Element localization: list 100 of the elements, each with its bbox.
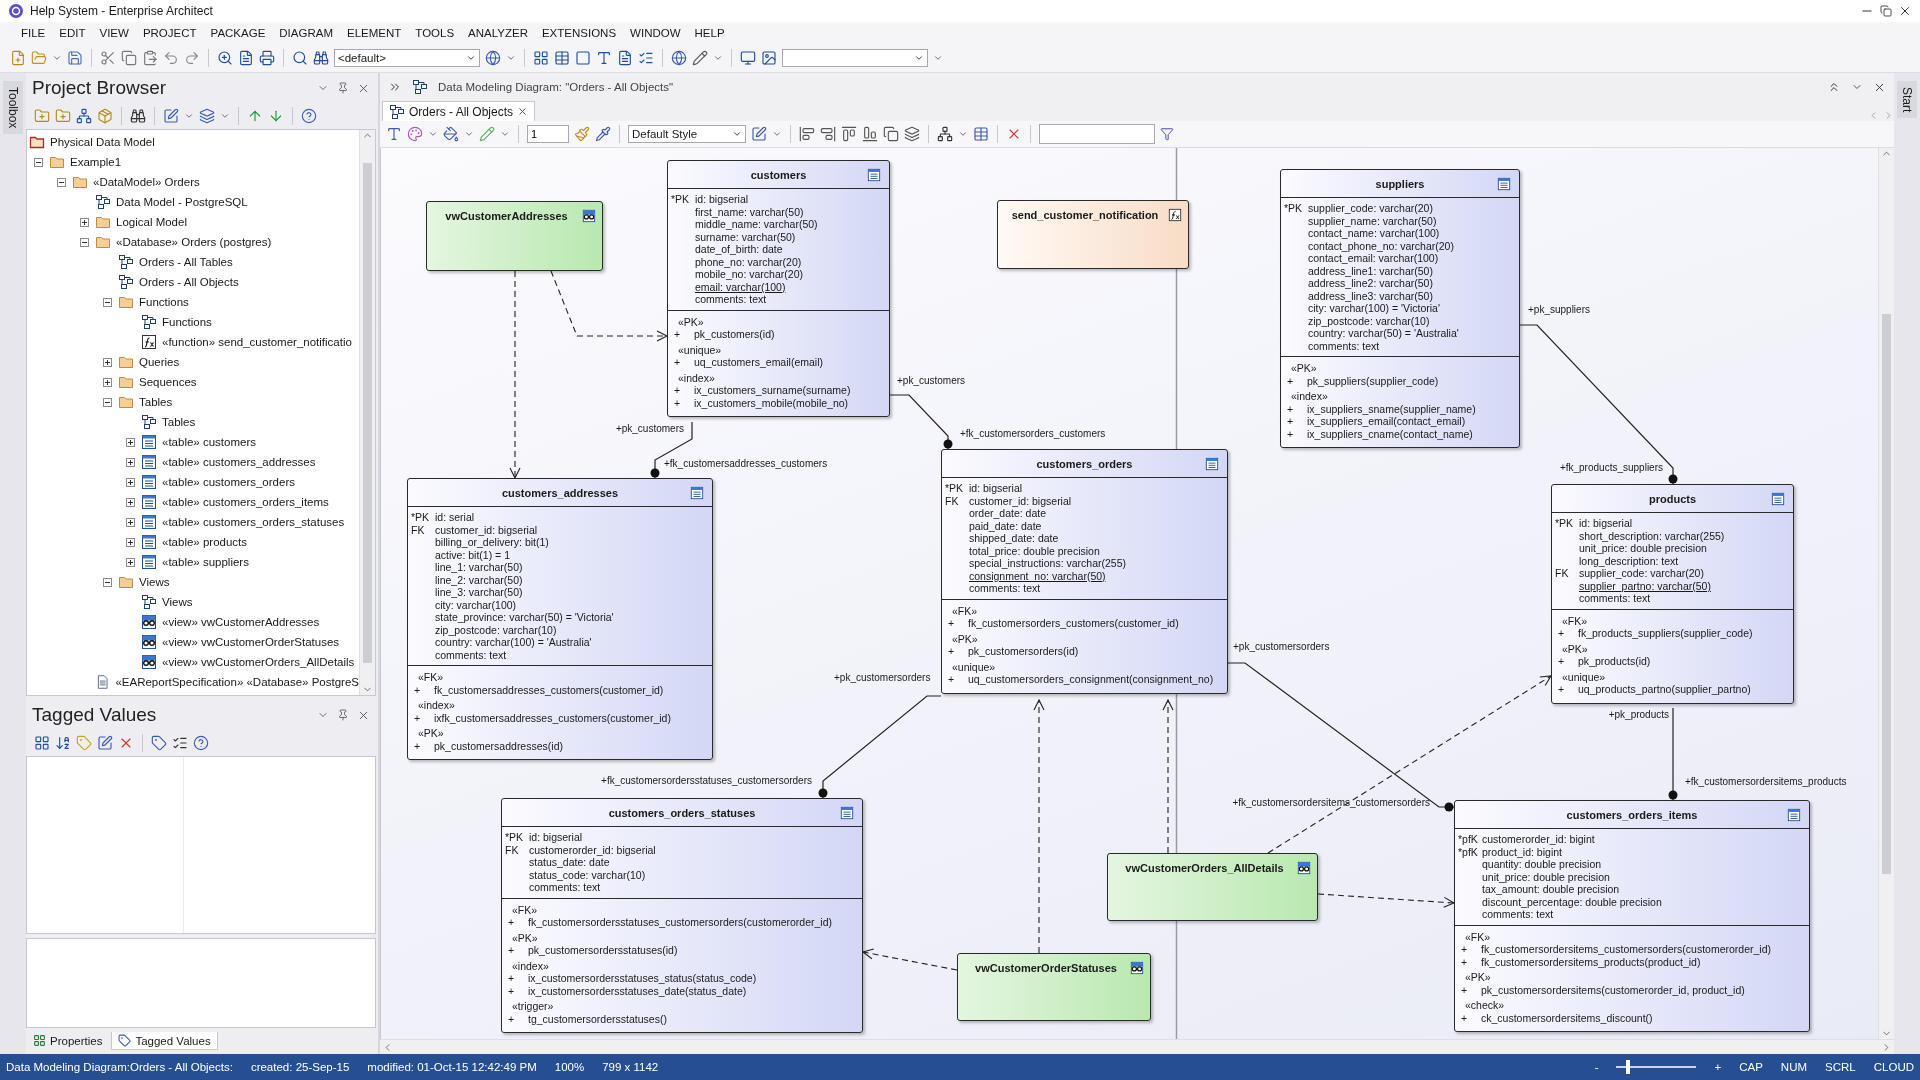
new-folder-icon[interactable] (34, 108, 50, 124)
side-tab[interactable]: Start (1897, 81, 1917, 119)
style-dropdown[interactable]: Default Style (628, 125, 746, 143)
menu-item[interactable]: WINDOW (623, 27, 688, 39)
table-card[interactable] (1280, 169, 1520, 448)
caret-icon[interactable] (958, 129, 968, 139)
tree-toggle[interactable] (102, 377, 112, 387)
function-card[interactable]: send_customer_notification (997, 200, 1189, 269)
tree-item[interactable]: Views (139, 576, 170, 588)
image-icon[interactable] (761, 50, 777, 66)
brush-icon[interactable] (574, 126, 590, 142)
tree-item[interactable]: «function» send_customer_notificatio (162, 336, 352, 348)
tree-toggle[interactable] (125, 517, 135, 527)
line-width-field[interactable]: 1 (527, 125, 569, 143)
dependency-arrow[interactable] (861, 948, 958, 971)
align-top-icon[interactable] (841, 126, 857, 142)
search-icon[interactable] (292, 50, 308, 66)
relationship-line[interactable] (1519, 324, 1678, 485)
filter-icon[interactable] (1160, 127, 1174, 141)
tree-item[interactable]: «table» suppliers (162, 556, 249, 568)
tree-item[interactable]: «EAReportSpecification» «Database» PostgreS (115, 676, 359, 688)
tree-toggle[interactable] (125, 497, 135, 507)
tree-toggle[interactable] (79, 237, 89, 247)
font-icon[interactable] (386, 126, 402, 142)
same-size-icon[interactable] (883, 126, 899, 142)
copy-icon[interactable] (121, 50, 137, 66)
save-icon[interactable] (67, 50, 83, 66)
caret-icon[interactable] (772, 129, 782, 139)
collapse-icon[interactable] (1827, 80, 1841, 94)
new-file-icon[interactable] (10, 50, 26, 66)
panel-tab[interactable]: Tagged Values (111, 1032, 218, 1050)
pin-icon[interactable] (337, 82, 349, 94)
binoculars-icon[interactable] (313, 50, 329, 66)
cut-icon[interactable] (100, 50, 116, 66)
menu-item[interactable]: FILE (14, 27, 53, 39)
layers-icon[interactable] (199, 108, 215, 124)
menu-item[interactable]: EXTENSIONS (534, 27, 624, 39)
expand-icon[interactable] (388, 80, 402, 94)
tree-item[interactable]: Orders - All Objects (139, 276, 239, 288)
tree-toggle[interactable] (125, 477, 135, 487)
diagram-canvas[interactable] (380, 148, 1878, 1039)
menu-item[interactable]: ELEMENT (340, 27, 409, 39)
tree-toggle[interactable] (102, 397, 112, 407)
tree-toggle[interactable] (125, 457, 135, 467)
tree-toggle[interactable] (125, 437, 135, 447)
workspace-dropdown[interactable]: <default> (334, 49, 480, 67)
open-folder-icon[interactable] (31, 50, 47, 66)
tree-toggle[interactable] (33, 157, 43, 167)
relationship-line[interactable] (1668, 707, 1678, 801)
tree-item[interactable]: Tables (162, 416, 196, 428)
tree-item[interactable]: Queries (139, 356, 180, 368)
tree-item[interactable]: «table» customers_orders (162, 476, 295, 488)
sort-icon[interactable] (55, 735, 71, 752)
tree-item[interactable]: Tables (139, 396, 173, 408)
help-icon[interactable] (193, 735, 209, 752)
undo-icon[interactable] (163, 50, 179, 66)
fill-color-icon[interactable] (443, 126, 459, 142)
table-card[interactable] (501, 798, 863, 1033)
globe-icon[interactable] (671, 50, 687, 66)
tree-item[interactable]: «Database» Orders (postgres) (116, 236, 272, 248)
tree-item[interactable]: Sequences (139, 376, 197, 388)
table-card[interactable] (1454, 800, 1810, 1032)
binoculars-icon[interactable] (130, 108, 146, 124)
tree-item[interactable]: «view» vwCustomerAddresses (162, 616, 320, 628)
pencil-icon[interactable] (692, 50, 708, 66)
search-field[interactable] (1039, 124, 1155, 144)
layers-icon[interactable] (904, 126, 920, 142)
caret-icon[interactable] (500, 129, 510, 139)
edit-icon[interactable] (163, 108, 179, 124)
table-card[interactable] (407, 478, 713, 760)
relationship-line[interactable] (889, 394, 953, 450)
zoom-icon[interactable] (217, 50, 233, 66)
tree-item[interactable]: «DataModel» Orders (93, 176, 200, 188)
page-icon[interactable] (238, 50, 254, 66)
tree-item[interactable]: Functions (139, 296, 189, 308)
restore-icon[interactable] (1880, 5, 1892, 17)
layout-icon[interactable] (937, 126, 953, 142)
pipette-icon[interactable] (595, 126, 611, 142)
frame-icon[interactable] (575, 50, 591, 66)
close-icon[interactable] (517, 106, 529, 117)
close-icon[interactable] (1898, 4, 1912, 18)
tree-item[interactable]: «view» vwCustomerOrders_AllDetails (162, 656, 355, 668)
dropdown-field[interactable] (782, 49, 928, 67)
package-icon[interactable] (97, 108, 113, 124)
caret-icon[interactable] (713, 53, 723, 63)
monitor-icon[interactable] (740, 50, 756, 66)
view-card[interactable]: vwCustomerOrderStatuses (957, 953, 1151, 1021)
table-card[interactable] (667, 160, 890, 417)
caret-icon[interactable] (428, 129, 438, 139)
redo-icon[interactable] (184, 50, 200, 66)
tree-item[interactable]: Views (162, 596, 193, 608)
tree-item[interactable]: Functions (162, 316, 212, 328)
align-left-icon[interactable] (799, 126, 815, 142)
document-icon[interactable] (617, 50, 633, 66)
menu-item[interactable]: EDIT (52, 27, 93, 39)
tree-item[interactable]: Logical Model (116, 216, 187, 228)
table-card[interactable] (1551, 484, 1794, 704)
menu-item[interactable]: ANALYZER (461, 27, 535, 39)
tag-icon[interactable] (151, 735, 167, 752)
tree-item[interactable]: Physical Data Model (50, 136, 155, 148)
